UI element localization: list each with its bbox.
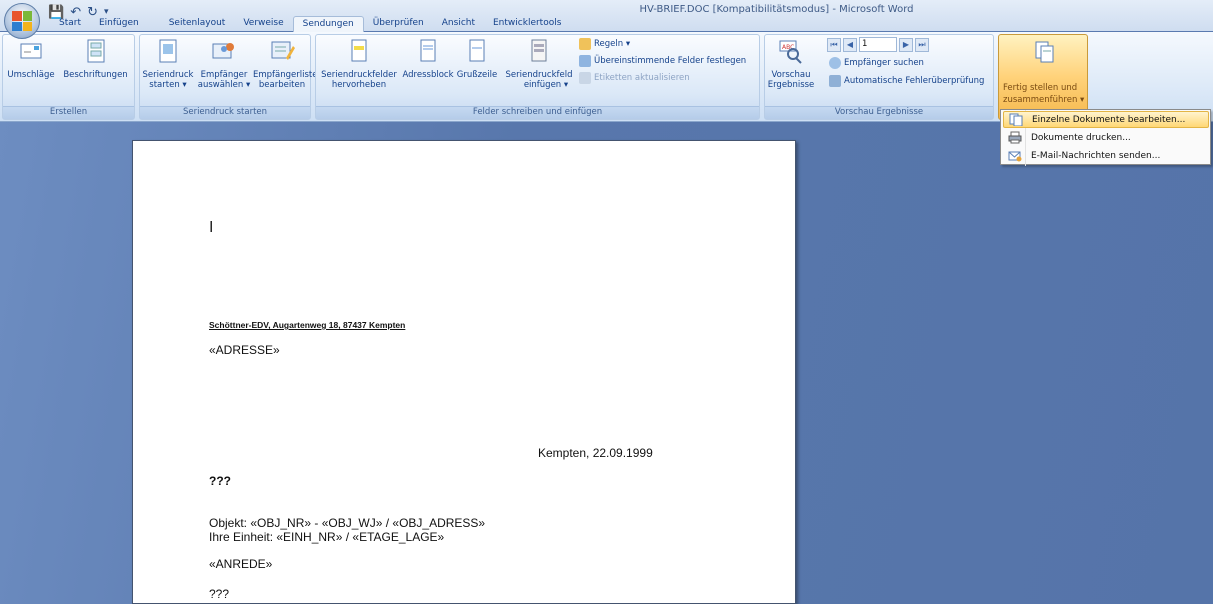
office-logo-icon (12, 11, 32, 31)
address-block-icon (420, 39, 436, 62)
rules-icon (579, 38, 591, 50)
group-label-erstellen: Erstellen (3, 106, 134, 119)
preview-icon: ABC (779, 40, 802, 64)
empfaengerliste-bearbeiten-button[interactable]: Empfängerliste bearbeiten (253, 38, 317, 90)
group-fertig-stellen: Fertig stellen und zusammenführen ▾ (998, 34, 1088, 120)
seriendruckfeld-einfuegen-button[interactable]: Seriendruckfeld einfügen ▾ (501, 38, 577, 90)
greeting-line-icon (469, 39, 485, 62)
match-fields-icon (579, 55, 591, 67)
seriendruckfelder-hervorheben-button[interactable]: Seriendruckfelder hervorheben (318, 38, 400, 90)
einheit-line: Ihre Einheit: «EINH_NR» / «ETAGE_LAGE» (209, 530, 445, 544)
empfaenger-auswaehlen-button[interactable]: Empfänger auswählen ▾ (195, 38, 253, 90)
last-record-icon[interactable]: ⏭ (915, 37, 929, 52)
empfaenger-suchen-button[interactable]: Empfänger suchen (829, 57, 924, 69)
document-merge-icon (159, 39, 177, 63)
date-line: Kempten, 22.09.1999 (538, 446, 653, 460)
group-label-seriendruck-starten: Seriendruck starten (140, 106, 310, 119)
vorschau-ergebnisse-button[interactable]: ABC Vorschau Ergebnisse (766, 38, 816, 90)
tab-entwicklertools[interactable]: Entwicklertools (484, 16, 570, 32)
first-record-icon[interactable]: ⏮ (827, 37, 841, 52)
tab-start[interactable]: Start (45, 16, 90, 32)
menu-item-dokumente-drucken[interactable]: Dokumente drucken... (1003, 129, 1209, 146)
menu-item-email-senden[interactable]: E-Mail-Nachrichten senden... (1003, 147, 1209, 164)
finish-merge-icon (1035, 41, 1054, 63)
objekt-line: Objekt: «OBJ_NR» - «OBJ_WJ» / «OBJ_ADRES… (209, 516, 486, 530)
body-placeholder: ??? (209, 587, 230, 601)
email-icon (1008, 151, 1022, 162)
adressblock-button[interactable]: Adressblock (402, 38, 454, 80)
grusszeile-button[interactable]: Grußzeile (454, 38, 500, 80)
find-recipient-icon (829, 57, 841, 69)
office-button[interactable] (4, 3, 40, 39)
highlight-fields-icon (351, 39, 367, 62)
sender-line: Schöttner-EDV, Augartenweg 18, 87437 Kem… (209, 320, 406, 330)
tab-ueberpruefen[interactable]: Überprüfen (364, 16, 433, 32)
group-label-felder: Felder schreiben und einfügen (316, 106, 759, 119)
tab-verweise[interactable]: Verweise (234, 16, 292, 32)
group-erstellen: Umschläge Beschriftungen Erstellen (2, 34, 135, 120)
previous-record-icon[interactable]: ◀ (843, 37, 857, 52)
tab-ansicht[interactable]: Ansicht (433, 16, 484, 32)
document-page[interactable]: I Schöttner-EDV, Augartenweg 18, 87437 K… (132, 140, 796, 604)
next-record-icon[interactable]: ▶ (899, 37, 913, 52)
tab-sendungen[interactable]: Sendungen (292, 16, 364, 33)
uebereinstimmende-felder-button[interactable]: Übereinstimmende Felder festlegen (579, 55, 746, 67)
etiketten-aktualisieren-button[interactable]: Etiketten aktualisieren (579, 72, 690, 84)
menu-item-einzelne-dokumente[interactable]: Einzelne Dokumente bearbeiten... (1003, 111, 1209, 128)
umschlaege-button[interactable]: Umschläge (5, 38, 57, 80)
group-seriendruck-starten: Seriendruck starten ▾ Empfänger auswähle… (139, 34, 317, 120)
group-felder: Seriendruckfelder hervorheben Adressbloc… (315, 34, 760, 120)
fertig-stellen-menu: Einzelne Dokumente bearbeiten... Dokumen… (1000, 109, 1211, 166)
fertig-stellen-label-2: zusammenführen ▾ (1003, 95, 1085, 105)
edit-documents-icon (1009, 113, 1023, 126)
update-labels-icon (579, 72, 591, 84)
ribbon-tabs: Start Einfügen Seitenlayout Verweise Sen… (45, 16, 570, 33)
tab-seitenlayout[interactable]: Seitenlayout (160, 16, 235, 32)
window-title: HV-BRIEF.DOC [Kompatibilitätsmodus] - Mi… (639, 4, 914, 15)
text-cursor: I (209, 219, 214, 236)
tab-einfuegen[interactable]: Einfügen (90, 16, 148, 32)
labels-icon (87, 39, 104, 63)
regeln-button[interactable]: Regeln ▾ (579, 38, 630, 50)
group-vorschau: ABC Vorschau Ergebnisse ⏮ ◀ 1 ▶ ⏭ Empfän… (764, 34, 994, 120)
record-navigation: ⏮ ◀ 1 ▶ ⏭ (827, 37, 929, 52)
envelope-icon (20, 43, 42, 59)
record-number-field[interactable]: 1 (859, 37, 897, 52)
group-label-vorschau: Vorschau Ergebnisse (765, 106, 993, 119)
fertig-stellen-label-1: Fertig stellen und (1003, 83, 1078, 93)
address-field: «ADRESSE» (209, 343, 280, 357)
subject-placeholder: ??? (209, 474, 231, 488)
print-icon (1008, 131, 1022, 144)
insert-field-icon (531, 39, 547, 62)
anrede-field: «ANREDE» (209, 557, 273, 571)
beschriftungen-button[interactable]: Beschriftungen (58, 38, 133, 80)
recipients-icon (212, 43, 234, 59)
edit-list-icon (271, 41, 295, 60)
seriendruck-starten-button[interactable]: Seriendruck starten ▾ (142, 38, 194, 90)
fehlerpruefung-button[interactable]: Automatische Fehlerüberprüfung (829, 75, 984, 87)
fertig-stellen-button[interactable] (1001, 39, 1087, 71)
error-check-icon (829, 75, 841, 87)
